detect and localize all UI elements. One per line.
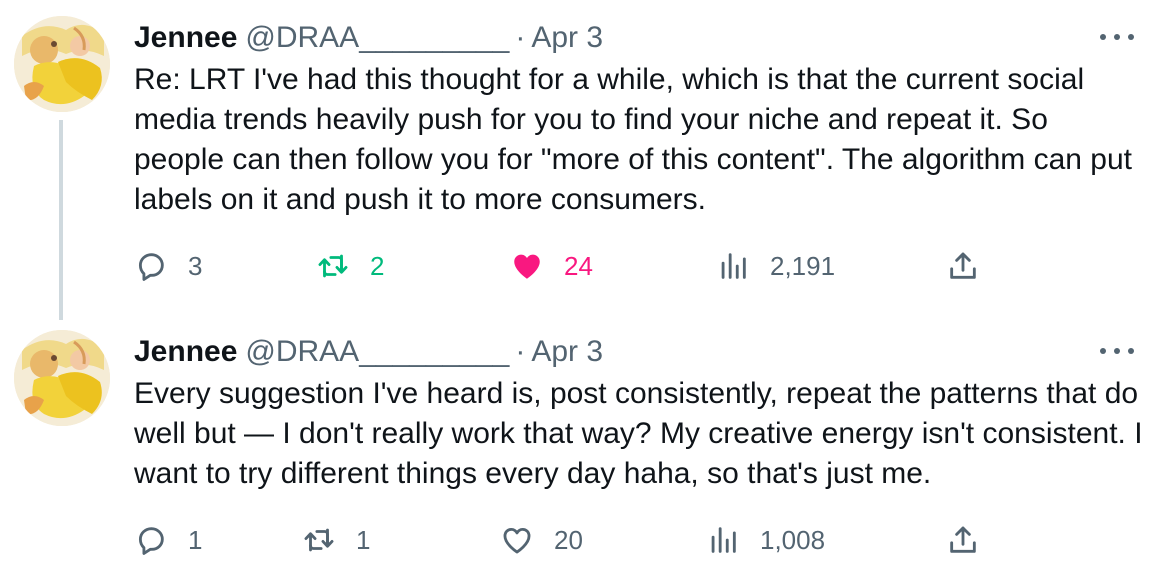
retweet-icon xyxy=(304,528,334,552)
avatar[interactable] xyxy=(14,16,110,112)
views-icon xyxy=(711,527,736,553)
tweet-header: Jennee @DRAA_________ · Apr 3 xyxy=(134,332,603,372)
like-button[interactable]: 20 xyxy=(500,518,583,562)
share-button[interactable] xyxy=(946,244,980,288)
tweet-header: Jennee @DRAA_________ · Apr 3 xyxy=(134,18,603,58)
views-count: 1,008 xyxy=(760,524,826,555)
tweet-text: Re: LRT I've had this thought for a whil… xyxy=(134,63,1132,216)
share-icon xyxy=(950,526,976,553)
tweet-date[interactable]: Apr 3 xyxy=(531,332,603,372)
tweet-date[interactable]: Apr 3 xyxy=(531,18,603,58)
tweet-text: Every suggestion I've heard is, post con… xyxy=(134,377,1143,490)
reply-icon xyxy=(138,527,164,555)
avatar-image xyxy=(14,16,110,112)
avatar-image xyxy=(14,330,110,426)
heart-outline-icon xyxy=(503,527,531,554)
views-button[interactable]: 1,008 xyxy=(706,518,825,562)
reply-button[interactable]: 1 xyxy=(134,518,202,562)
retweet-count: 2 xyxy=(370,250,385,281)
retweet-button[interactable]: 1 xyxy=(302,518,370,562)
author-name[interactable]: Jennee xyxy=(134,332,237,372)
share-button[interactable] xyxy=(946,518,980,562)
avatar[interactable] xyxy=(14,330,110,426)
reply-count: 3 xyxy=(188,250,203,281)
retweet-count: 1 xyxy=(356,524,371,555)
views-count: 2,191 xyxy=(770,250,836,281)
like-count: 20 xyxy=(554,524,583,555)
author-handle[interactable]: @DRAA_________ xyxy=(245,18,509,58)
views-icon xyxy=(721,253,746,279)
thread-line xyxy=(59,120,63,320)
tweet-actions: 3 2 24 2,191 xyxy=(134,244,1144,288)
reply-count: 1 xyxy=(188,524,203,555)
more-icon[interactable] xyxy=(1100,344,1134,358)
like-button[interactable]: 24 xyxy=(510,244,593,288)
separator-dot: · xyxy=(515,21,526,54)
retweet-button[interactable]: 2 xyxy=(316,244,384,288)
more-icon[interactable] xyxy=(1100,30,1134,44)
author-name[interactable]: Jennee xyxy=(134,18,237,58)
like-count: 24 xyxy=(564,250,593,281)
retweet-icon xyxy=(318,254,348,278)
reply-button[interactable]: 3 xyxy=(134,244,202,288)
heart-filled-icon xyxy=(514,254,540,279)
separator-dot: · xyxy=(515,335,526,368)
reply-icon xyxy=(138,253,164,281)
tweet-actions: 1 1 20 1,008 xyxy=(134,518,1144,562)
tweet[interactable]: Jennee @DRAA_________ · Apr 3 Every sugg… xyxy=(0,314,1156,576)
author-handle[interactable]: @DRAA_________ xyxy=(245,332,509,372)
views-button[interactable]: 2,191 xyxy=(716,244,835,288)
tweet[interactable]: Jennee @DRAA_________ · Apr 3 Re: LRT I'… xyxy=(0,0,1156,320)
share-icon xyxy=(950,252,976,279)
